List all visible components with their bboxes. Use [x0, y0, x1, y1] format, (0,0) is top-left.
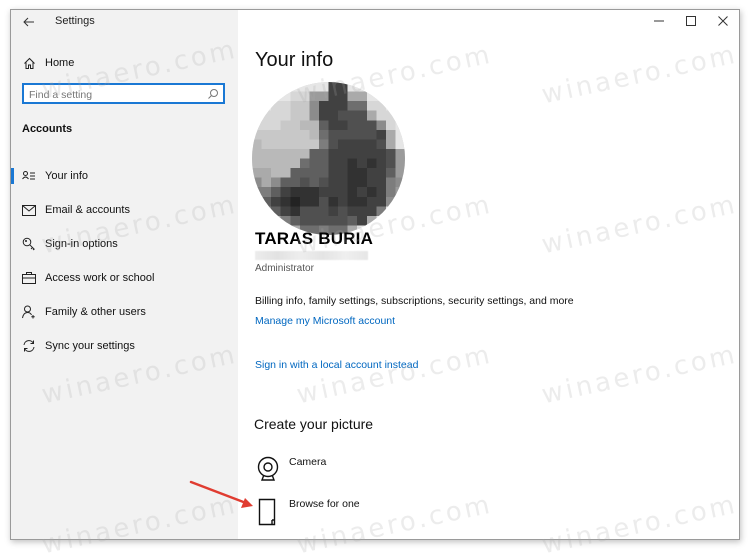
nav-home[interactable]: Home [11, 52, 238, 74]
back-button[interactable] [19, 12, 39, 32]
mail-icon [22, 203, 36, 217]
browse-file-icon [255, 498, 281, 526]
maximize-icon [686, 16, 696, 26]
home-icon [22, 56, 36, 70]
sidebar-item-label: Sign-in options [45, 238, 118, 250]
manage-account-link[interactable]: Manage my Microsoft account [255, 315, 395, 327]
browse-option[interactable]: Browse for one [255, 498, 360, 526]
billing-info-text: Billing info, family settings, subscript… [255, 295, 574, 307]
maximize-button[interactable] [675, 10, 707, 32]
main-content: Your info TARAS BURIA Administrator Bill… [238, 10, 739, 539]
nav-home-label: Home [45, 57, 75, 69]
sidebar-item-email-accounts[interactable]: Email & accounts [11, 193, 238, 227]
sidebar-item-your-info[interactable]: Your info [11, 159, 238, 193]
create-picture-heading: Create your picture [254, 416, 374, 432]
back-arrow-icon [23, 17, 34, 27]
sidebar: Settings Home Accounts Your info [11, 10, 238, 539]
sidebar-item-family-users[interactable]: Family & other users [11, 295, 238, 329]
page-title: Your info [255, 49, 334, 71]
avatar-image [252, 82, 405, 235]
search-icon[interactable] [207, 87, 219, 99]
user-role: Administrator [255, 263, 314, 274]
title-bar: Settings [11, 10, 238, 34]
sync-icon [22, 339, 36, 353]
search-box[interactable] [22, 83, 225, 104]
section-title: Accounts [22, 123, 73, 135]
sidebar-item-label: Email & accounts [45, 204, 130, 216]
camera-icon [255, 456, 281, 482]
close-button[interactable] [707, 10, 739, 32]
sidebar-item-label: Access work or school [45, 272, 155, 284]
avatar[interactable] [252, 82, 405, 235]
sidebar-item-label: Sync your settings [45, 340, 135, 352]
key-icon [22, 237, 36, 251]
settings-window: Settings Home Accounts Your info [10, 9, 740, 540]
sidebar-item-sync-settings[interactable]: Sync your settings [11, 329, 238, 363]
sidebar-item-label: Family & other users [45, 306, 146, 318]
sidebar-item-label: Your info [45, 170, 89, 182]
camera-option-label: Camera [289, 456, 327, 468]
user-name: TARAS BURIA [255, 229, 374, 248]
email-redacted [255, 251, 368, 260]
app-title: Settings [55, 15, 95, 27]
briefcase-icon [22, 271, 36, 285]
search-input[interactable] [24, 86, 199, 104]
add-person-icon [22, 305, 36, 319]
nav-list: Your info Email & accounts Sign-in optio… [11, 159, 238, 363]
camera-option[interactable]: Camera [255, 456, 326, 482]
browse-option-label: Browse for one [289, 498, 360, 510]
sidebar-item-sign-in-options[interactable]: Sign-in options [11, 227, 238, 261]
close-icon [718, 16, 728, 26]
window-controls [643, 10, 739, 34]
minimize-button[interactable] [643, 10, 675, 32]
sidebar-item-access-work[interactable]: Access work or school [11, 261, 238, 295]
contact-info-icon [22, 169, 36, 183]
minimize-icon [654, 20, 664, 22]
local-account-link[interactable]: Sign in with a local account instead [255, 359, 418, 371]
